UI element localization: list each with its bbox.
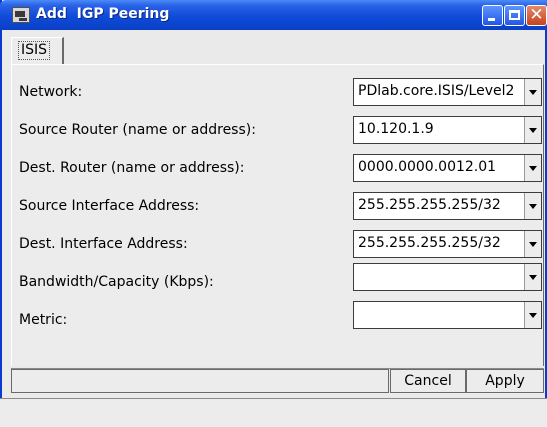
title-bar[interactable]: Add IGP Peering ✕ bbox=[0, 0, 547, 30]
tab-label: ISIS bbox=[17, 41, 51, 60]
dest-interface-select[interactable]: 255.255.255.255/32 bbox=[353, 230, 542, 258]
button-bar: Cancel Apply bbox=[11, 368, 544, 394]
maximize-icon bbox=[509, 10, 520, 20]
chevron-down-icon bbox=[529, 166, 537, 171]
dest-interface-label: Dest. Interface Address: bbox=[19, 236, 188, 252]
chevron-down-icon bbox=[529, 204, 537, 209]
metric-dropdown-button[interactable] bbox=[524, 302, 541, 328]
chevron-down-icon bbox=[529, 313, 537, 318]
close-button[interactable]: ✕ bbox=[526, 5, 547, 26]
network-label: Network: bbox=[19, 84, 83, 100]
bandwidth-dropdown-button[interactable] bbox=[524, 264, 541, 290]
dest-router-value: 0000.0000.0012.01 bbox=[358, 159, 497, 175]
status-bar bbox=[0, 398, 547, 427]
bandwidth-label: Bandwidth/Capacity (Kbps): bbox=[19, 274, 214, 290]
close-icon: ✕ bbox=[529, 5, 544, 25]
app-window-icon bbox=[12, 7, 30, 23]
dest-router-label: Dest. Router (name or address): bbox=[19, 160, 245, 176]
source-router-value: 10.120.1.9 bbox=[358, 121, 434, 137]
window-title: Add IGP Peering bbox=[36, 6, 170, 22]
chevron-down-icon bbox=[529, 90, 537, 95]
cancel-button[interactable]: Cancel bbox=[390, 369, 466, 393]
metric-select[interactable] bbox=[353, 301, 542, 329]
dest-router-dropdown-button[interactable] bbox=[524, 155, 541, 181]
network-select[interactable]: PDlab.core.ISIS/Level2 bbox=[353, 78, 542, 106]
dest-interface-dropdown-button[interactable] bbox=[524, 231, 541, 257]
chevron-down-icon bbox=[529, 275, 537, 280]
tab-isis[interactable]: ISIS bbox=[11, 37, 64, 65]
source-interface-value: 255.255.255.255/32 bbox=[358, 197, 501, 213]
chevron-down-icon bbox=[529, 242, 537, 247]
maximize-button[interactable] bbox=[504, 5, 525, 26]
source-router-select[interactable]: 10.120.1.9 bbox=[353, 116, 542, 144]
source-interface-label: Source Interface Address: bbox=[19, 198, 200, 214]
chevron-down-icon bbox=[529, 128, 537, 133]
source-interface-dropdown-button[interactable] bbox=[524, 193, 541, 219]
status-field bbox=[11, 369, 389, 393]
network-dropdown-button[interactable] bbox=[524, 79, 541, 105]
network-value: PDlab.core.ISIS/Level2 bbox=[358, 83, 515, 99]
source-router-label: Source Router (name or address): bbox=[19, 122, 256, 138]
bandwidth-select[interactable] bbox=[353, 263, 542, 291]
metric-label: Metric: bbox=[19, 312, 68, 328]
minimize-icon bbox=[488, 18, 495, 21]
source-router-dropdown-button[interactable] bbox=[524, 117, 541, 143]
dest-interface-value: 255.255.255.255/32 bbox=[358, 235, 501, 251]
dest-router-select[interactable]: 0000.0000.0012.01 bbox=[353, 154, 542, 182]
source-interface-select[interactable]: 255.255.255.255/32 bbox=[353, 192, 542, 220]
apply-button[interactable]: Apply bbox=[466, 369, 544, 393]
minimize-button[interactable] bbox=[482, 5, 503, 26]
